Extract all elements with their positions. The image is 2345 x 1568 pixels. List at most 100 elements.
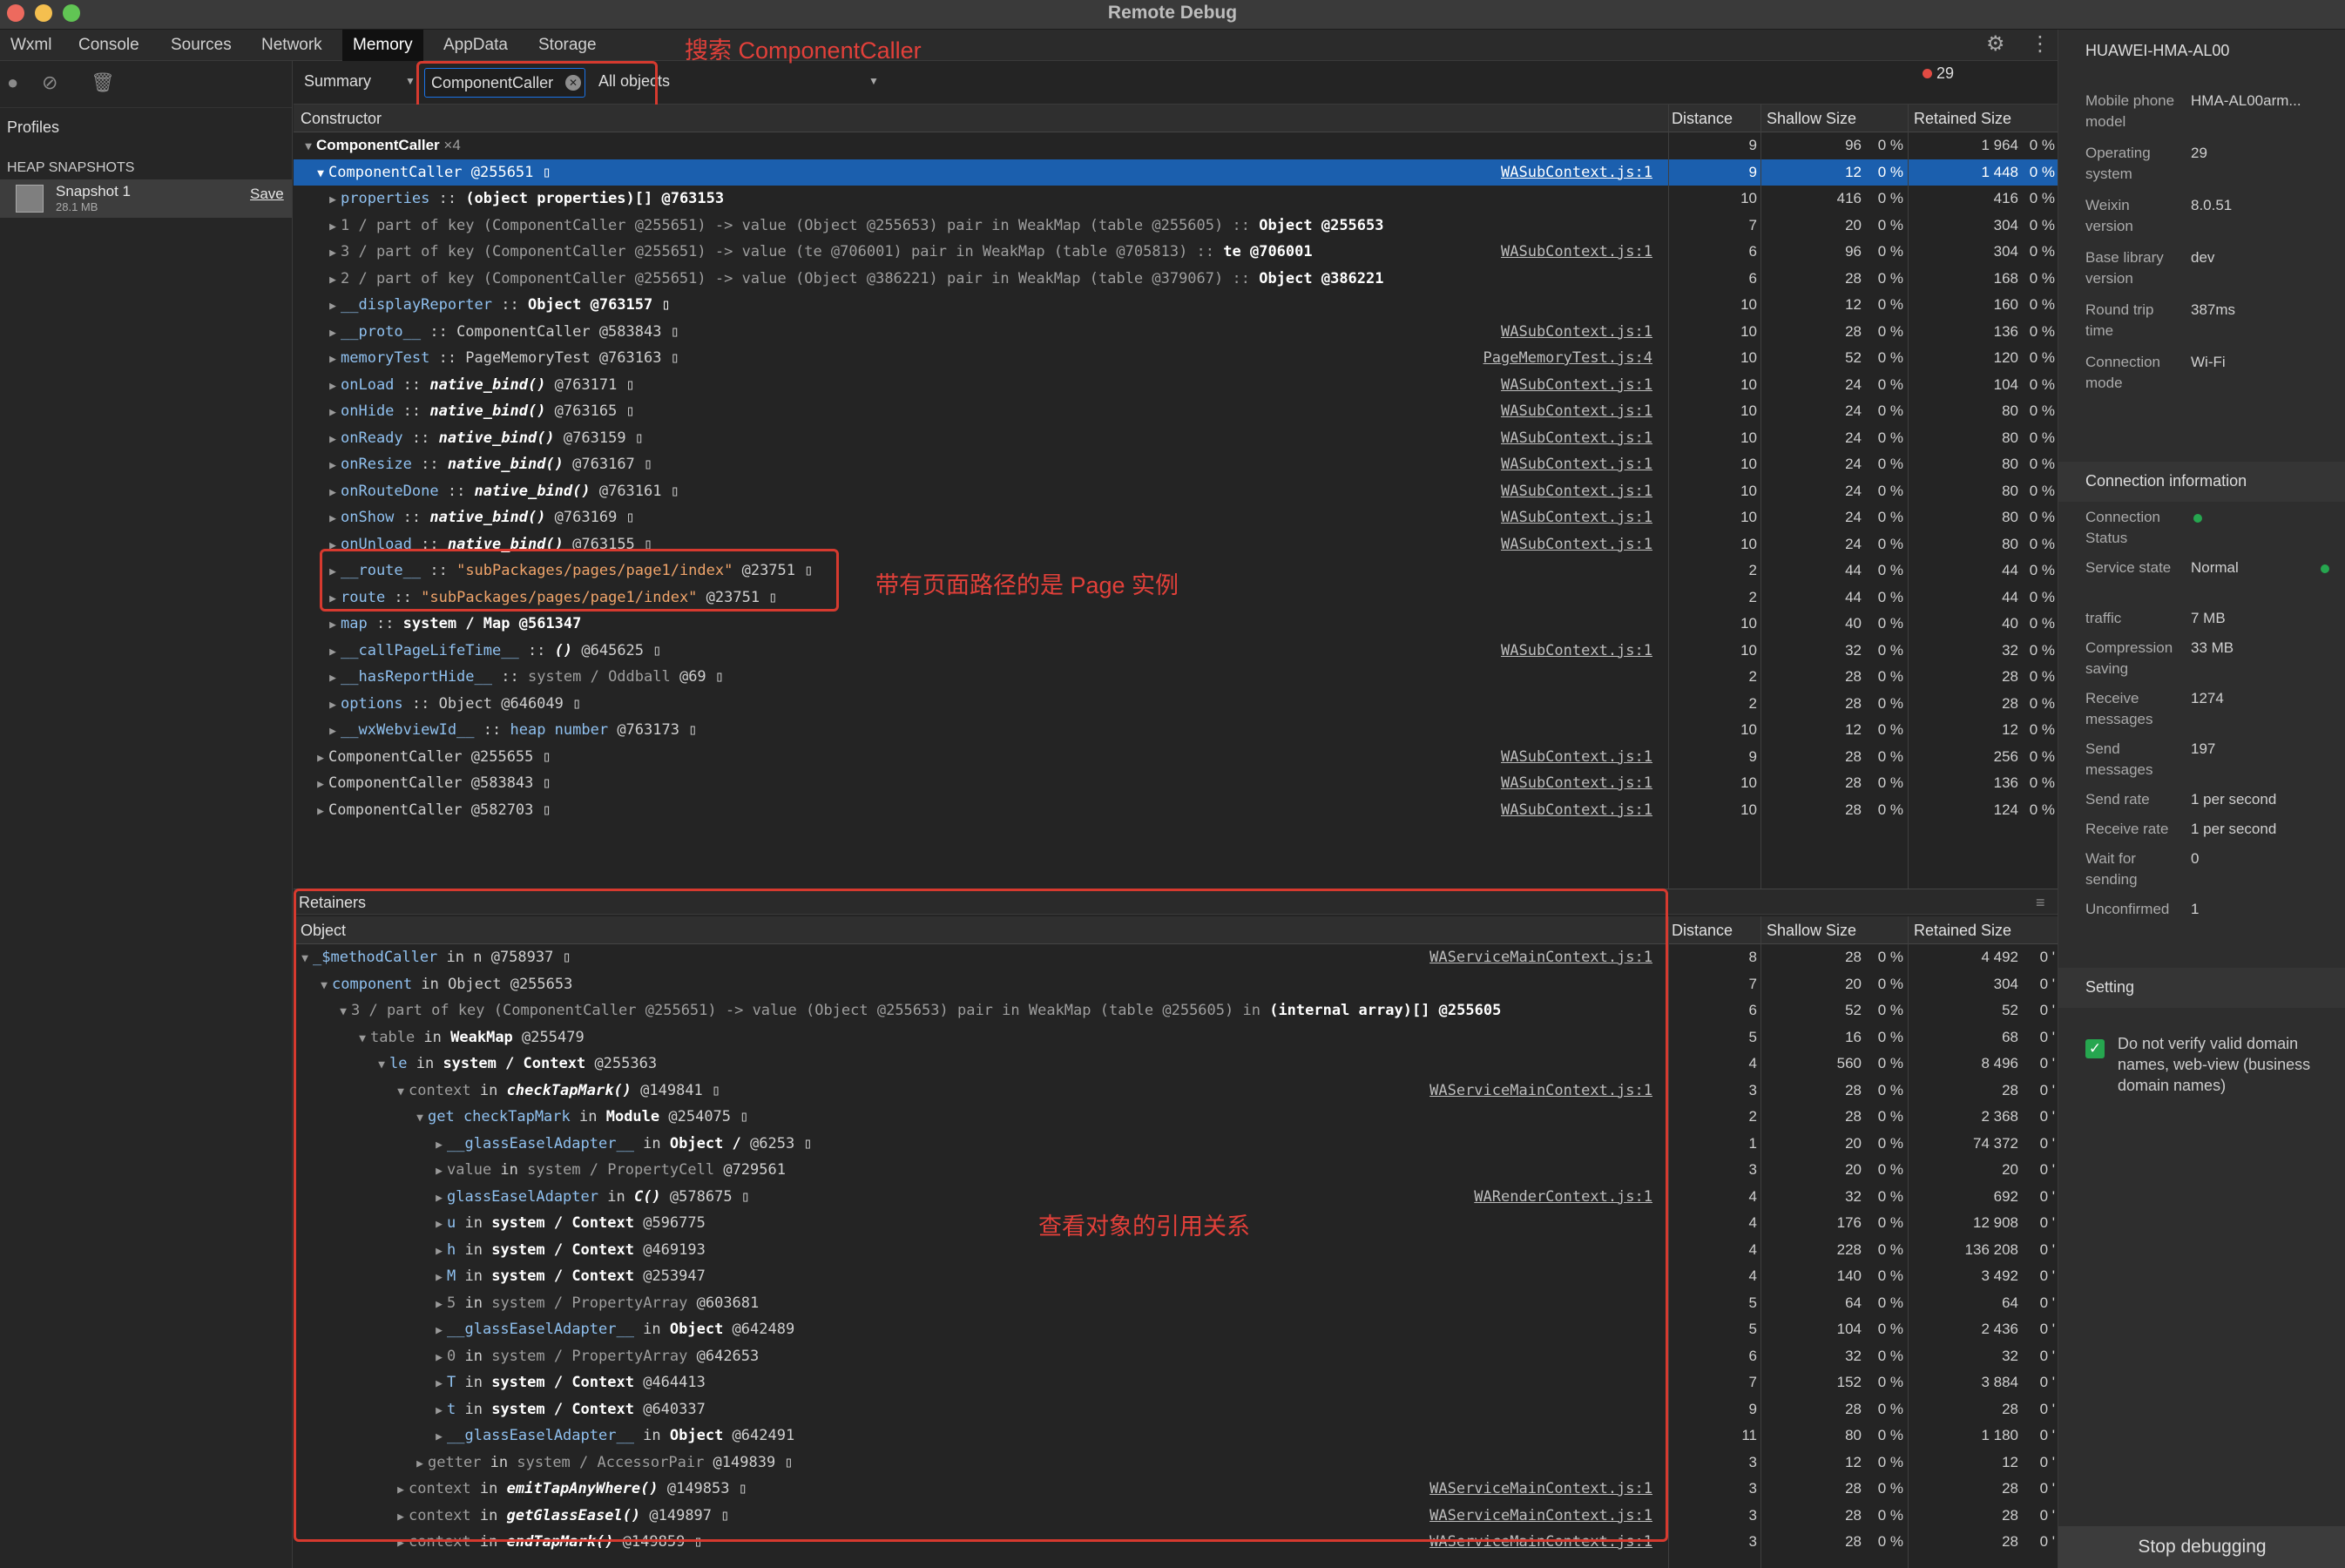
retained-size-value: 32 [2002, 641, 2018, 659]
shallow-percent: 0 % [1877, 429, 1903, 446]
table-row[interactable]: ▶ __wxWebviewId__ :: heap number @763173 … [294, 717, 2058, 743]
expand-right-icon[interactable]: ▶ [325, 321, 341, 347]
table-row[interactable]: ▶ __displayReporter :: Object @763157 ▯ 10… [294, 292, 2058, 318]
table-row[interactable]: ▶ __hasReportHide__ :: system / Oddball @… [294, 664, 2058, 690]
retained-size-value: 136 [1993, 322, 2018, 340]
source-link[interactable]: WASubContext.js:1 [1501, 398, 1652, 424]
source-link[interactable]: WASubContext.js:1 [1501, 239, 1652, 265]
expand-right-icon[interactable]: ▶ [325, 267, 341, 294]
col-shallow-size[interactable]: Shallow Size [1767, 916, 1856, 944]
expand-right-icon[interactable]: ▶ [325, 240, 341, 267]
col-shallow-size[interactable]: Shallow Size [1767, 105, 1856, 132]
verify-domain-checkbox[interactable]: ✓ [2085, 1039, 2105, 1058]
snapshot-item[interactable]: Snapshot 1 28.1 MB Save [0, 179, 292, 218]
expand-right-icon[interactable]: ▶ [325, 693, 341, 719]
expand-right-icon[interactable]: ▶ [325, 612, 341, 639]
tab-console[interactable]: Console [68, 30, 150, 61]
shallow-percent: 0 % [1877, 137, 1903, 153]
expand-right-icon[interactable]: ▶ [325, 427, 341, 453]
table-row[interactable]: ▶ onLoad :: native_bind() @763171 ▯ WASubC… [294, 372, 2058, 398]
expand-right-icon[interactable]: ▶ [325, 453, 341, 479]
expand-right-icon[interactable]: ▶ [313, 772, 328, 798]
table-row[interactable]: ▶ ComponentCaller @582703 ▯ WASubContext.j… [294, 797, 2058, 823]
source-link[interactable]: PageMemoryTest.js:4 [1483, 345, 1652, 371]
retained-size-value: 120 [1993, 349, 2018, 366]
source-link[interactable]: WASubContext.js:1 [1501, 744, 1652, 770]
source-link[interactable]: WASubContext.js:1 [1501, 504, 1652, 531]
expand-right-icon[interactable]: ▶ [325, 480, 341, 506]
table-row[interactable]: ▶ ComponentCaller @583843 ▯ WASubContext.j… [294, 770, 2058, 796]
clear-icon[interactable]: ⊘ [42, 71, 57, 94]
record-icon[interactable]: ● [7, 71, 18, 94]
expand-down-icon[interactable]: ▼ [313, 161, 328, 187]
col-distance[interactable]: Distance [1672, 916, 1733, 944]
table-row[interactable]: ▼ ComponentCaller @255651 ▯ WASubContext.j… [294, 159, 2058, 186]
expand-right-icon[interactable]: ▶ [325, 187, 341, 213]
menu-icon[interactable]: ≡ [2036, 889, 2045, 916]
expand-right-icon[interactable]: ▶ [325, 719, 341, 745]
source-link[interactable]: WASubContext.js:1 [1501, 451, 1652, 477]
table-row[interactable]: ▶ properties :: (object properties)[] @76… [294, 186, 2058, 212]
tab-network[interactable]: Network [251, 30, 333, 61]
expand-right-icon[interactable]: ▶ [325, 506, 341, 532]
expand-right-icon[interactable]: ▶ [325, 639, 341, 666]
table-row[interactable]: ▶ options :: Object @646049 ▯ 2 28 0 % 28 0 % [294, 691, 2058, 717]
table-row[interactable]: ▶ onRouteDone :: native_bind() @763161 ▯ W… [294, 478, 2058, 504]
tab-appdata[interactable]: AppData [433, 30, 518, 61]
source-link[interactable]: WASubContext.js:1 [1501, 372, 1652, 398]
table-row[interactable]: ▶ __callPageLifeTime__ :: () @645625 ▯ WAS… [294, 638, 2058, 664]
table-row[interactable]: ▶ 1 / part of key (ComponentCaller @25565… [294, 213, 2058, 239]
table-row[interactable]: ▶ memoryTest :: PageMemoryTest @763163 ▯ P… [294, 345, 2058, 371]
source-link[interactable]: WASubContext.js:1 [1501, 797, 1652, 823]
col-distance[interactable]: Distance [1672, 105, 1733, 132]
expand-down-icon[interactable]: ▼ [301, 134, 316, 160]
source-link[interactable]: WASubContext.js:1 [1501, 319, 1652, 345]
table-row[interactable]: ▶ onReady :: native_bind() @763159 ▯ WASub… [294, 425, 2058, 451]
expand-right-icon[interactable]: ▶ [325, 400, 341, 426]
table-row[interactable]: ▼ ComponentCaller ×4 9 96 0 % 1 964 0 % [294, 132, 2058, 159]
expand-right-icon[interactable]: ▶ [325, 347, 341, 373]
table-row[interactable]: ▶ ComponentCaller @255655 ▯ WASubContext.j… [294, 744, 2058, 770]
info-key: Connection mode [2085, 354, 2161, 391]
view-select[interactable]: Summary [304, 72, 371, 91]
expand-right-icon[interactable]: ▶ [325, 666, 341, 692]
tab-wxml[interactable]: Wxml [0, 30, 62, 61]
distance-value: 3 [1748, 1161, 1757, 1178]
tree-cell: ▶ 2 / part of key (ComponentCaller @25565… [325, 266, 1383, 294]
table-row[interactable]: ▶ 2 / part of key (ComponentCaller @25565… [294, 266, 2058, 292]
col-retained-size[interactable]: Retained Size [1914, 105, 2011, 132]
tab-sources[interactable]: Sources [160, 30, 242, 61]
retained-size-value: 68 [2002, 1028, 2018, 1045]
table-row[interactable]: ▶ onResize :: native_bind() @763167 ▯ WASu… [294, 451, 2058, 477]
node-text: native_bind() [474, 482, 591, 500]
expand-right-icon[interactable]: ▶ [325, 294, 341, 320]
gear-icon[interactable]: ⚙ [1986, 31, 2005, 57]
source-link[interactable]: WASubContext.js:1 [1501, 531, 1652, 558]
table-row[interactable]: ▶ map :: system / Map @561347 10 40 0 % 40 0 % [294, 611, 2058, 637]
source-link[interactable]: WASubContext.js:1 [1501, 159, 1652, 186]
trash-icon[interactable]: 🗑 [91, 71, 115, 94]
source-link[interactable]: WASubContext.js:1 [1501, 638, 1652, 664]
more-menu-icon[interactable]: ⋮ [2030, 31, 2051, 57]
expand-right-icon[interactable]: ▶ [325, 374, 341, 400]
source-link[interactable]: WASubContext.js:1 [1501, 478, 1652, 504]
source-link[interactable]: WASubContext.js:1 [1501, 770, 1652, 796]
stop-debugging-button[interactable]: Stop debugging [2058, 1526, 2345, 1568]
distance-value: 6 [1748, 269, 1757, 287]
retained-size-value: 28 [2002, 1081, 2018, 1098]
node-text: @763169 ▯ [545, 509, 635, 526]
table-row[interactable]: ▶ onShow :: native_bind() @763169 ▯ WASubC… [294, 504, 2058, 531]
col-retained-size[interactable]: Retained Size [1914, 916, 2011, 944]
table-row[interactable]: ▶ __proto__ :: ComponentCaller @583843 ▯ W… [294, 319, 2058, 345]
tab-memory[interactable]: Memory [342, 30, 423, 61]
expand-right-icon[interactable]: ▶ [313, 746, 328, 772]
tab-storage[interactable]: Storage [528, 30, 607, 61]
col-constructor[interactable]: Constructor [301, 105, 382, 132]
save-snapshot-link[interactable]: Save [250, 186, 284, 203]
table-row[interactable]: ▶ onHide :: native_bind() @763165 ▯ WASubC… [294, 398, 2058, 424]
expand-right-icon[interactable]: ▶ [313, 799, 328, 825]
table-row[interactable]: ▶ 3 / part of key (ComponentCaller @25565… [294, 239, 2058, 265]
source-link[interactable]: WASubContext.js:1 [1501, 425, 1652, 451]
expand-right-icon[interactable]: ▶ [325, 214, 341, 240]
distance-value: 5 [1748, 1294, 1757, 1311]
